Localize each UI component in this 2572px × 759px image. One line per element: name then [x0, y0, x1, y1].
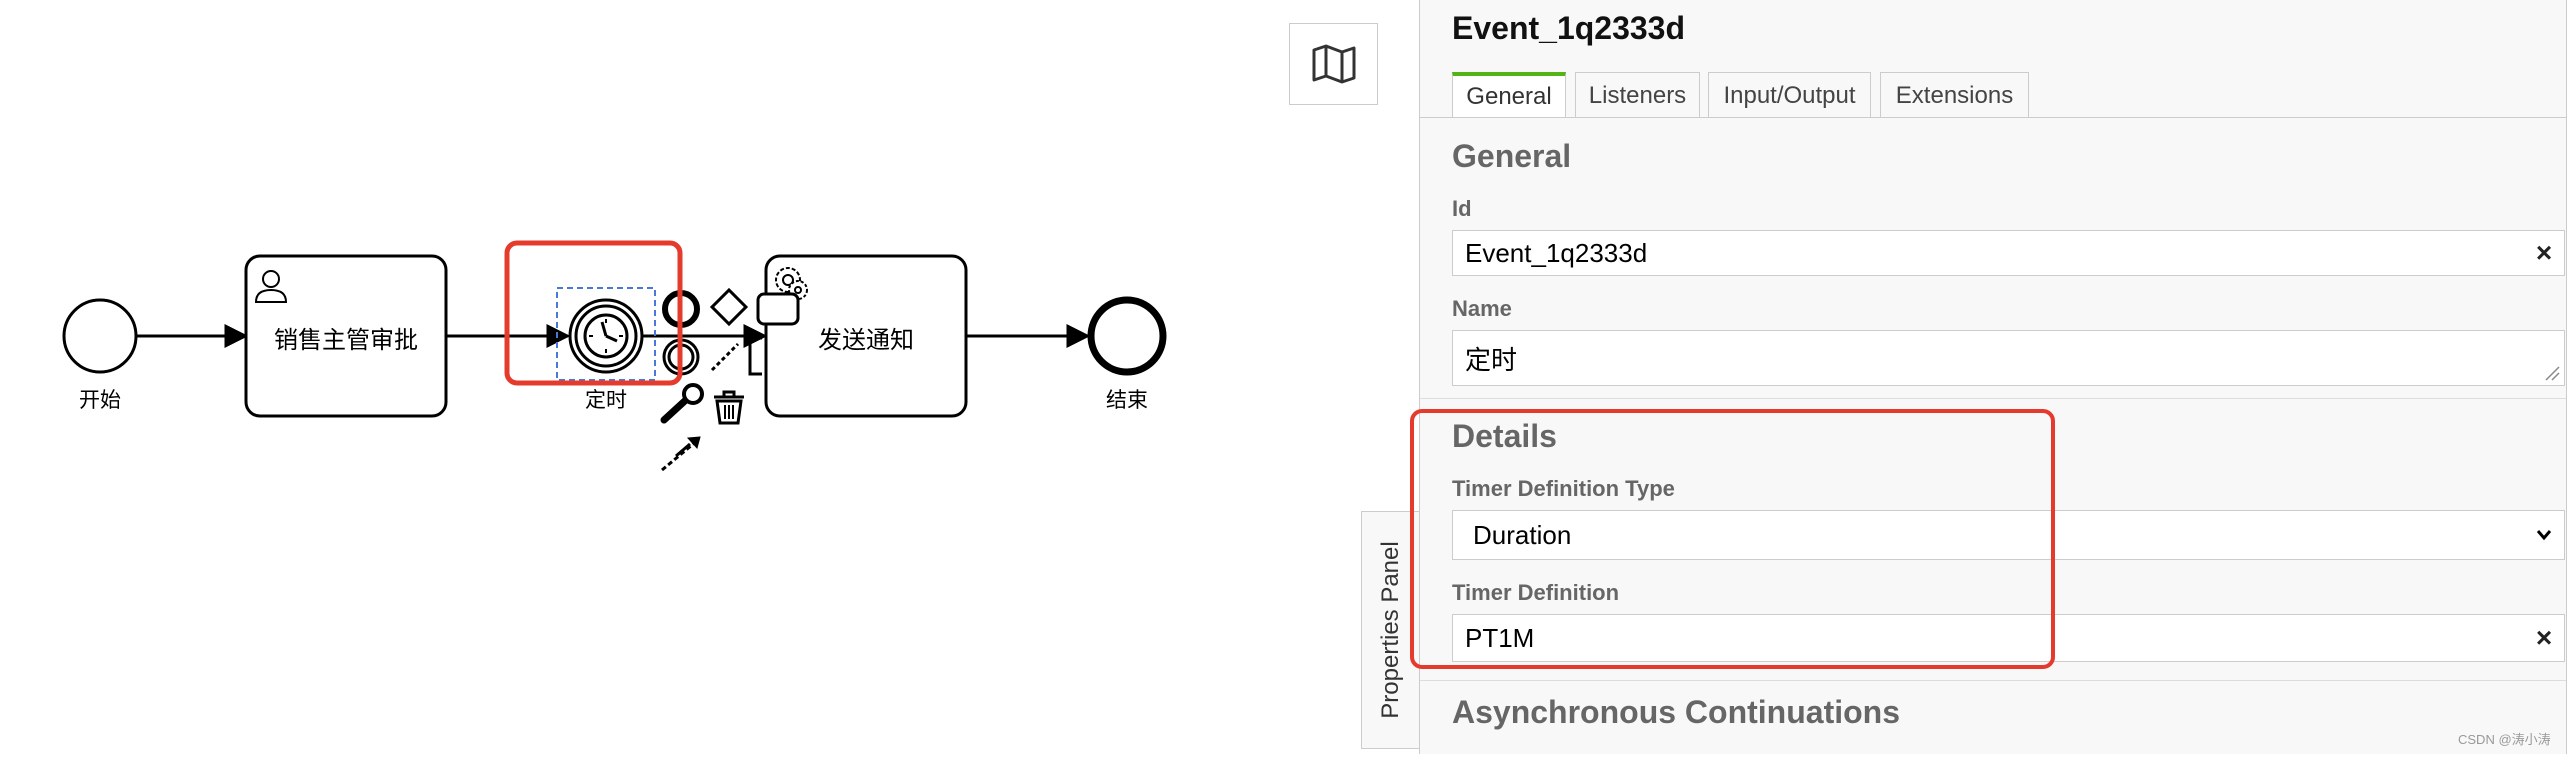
watermark: CSDN @涛小涛 [2458, 732, 2551, 747]
async-group-heading: Asynchronous Continuations [1452, 694, 1900, 730]
bpmn-canvas[interactable]: 开始 销售主管审批 定时 发送通知 结束 [0, 0, 1420, 754]
id-field[interactable]: Event_1q2333d × [1452, 230, 2565, 276]
minimap-toggle-button[interactable] [1289, 23, 1378, 105]
connect-icon[interactable] [661, 436, 701, 472]
chevron-down-icon [2536, 530, 2552, 541]
timer-definition-value: PT1M [1465, 622, 1535, 653]
properties-panel: Event_1q2333d General Listeners Input/Ou… [1419, 0, 2567, 754]
details-group-heading: Details [1452, 418, 1557, 454]
timer-definition-label: Timer Definition [1452, 580, 1620, 605]
tabs-divider [1420, 117, 2566, 118]
id-label: Id [1452, 196, 1472, 221]
tab-extensions[interactable]: Extensions [1880, 72, 2029, 118]
tab-listeners[interactable]: Listeners [1575, 72, 1700, 118]
timer-definition-field[interactable]: PT1M × [1452, 614, 2565, 662]
timer-type-value: Duration [1473, 519, 1572, 550]
append-gateway-icon[interactable] [709, 287, 749, 327]
trash-icon[interactable] [714, 390, 744, 425]
text-annotation-icon[interactable] [710, 336, 762, 376]
timer-type-select[interactable]: Duration [1452, 510, 2565, 560]
tab-input-output[interactable]: Input/Output [1708, 72, 1871, 118]
properties-panel-toggle-label: Properties Panel [1376, 541, 1404, 719]
name-field[interactable]: 定时 [1452, 330, 2565, 386]
task-sales-approval-label: 销售主管审批 [274, 326, 418, 354]
timer-event-label: 定时 [585, 388, 627, 412]
start-event[interactable] [62, 298, 138, 374]
timer-definition-clear-button[interactable]: × [2524, 622, 2564, 654]
timer-type-label: Timer Definition Type [1452, 476, 1675, 501]
end-event[interactable] [1087, 296, 1167, 376]
name-label: Name [1452, 296, 1512, 321]
properties-panel-toggle[interactable]: Properties Panel [1361, 511, 1419, 749]
task-send-notice-label: 发送通知 [818, 326, 914, 354]
start-event-label: 开始 [79, 388, 121, 412]
id-clear-button[interactable]: × [2524, 237, 2564, 269]
wrench-icon[interactable] [660, 383, 704, 424]
map-icon [1312, 44, 1355, 84]
tab-general[interactable]: General [1452, 72, 1566, 118]
clock-icon [583, 313, 629, 359]
group-divider [1420, 680, 2566, 681]
group-divider [1420, 398, 2566, 399]
resize-handle-icon[interactable] [2544, 365, 2560, 381]
panel-title: Event_1q2333d [1452, 10, 1686, 46]
id-value: Event_1q2333d [1465, 237, 1648, 268]
general-group-heading: General [1452, 138, 1572, 174]
end-event-label: 结束 [1106, 388, 1148, 412]
name-value: 定时 [1465, 344, 1518, 375]
